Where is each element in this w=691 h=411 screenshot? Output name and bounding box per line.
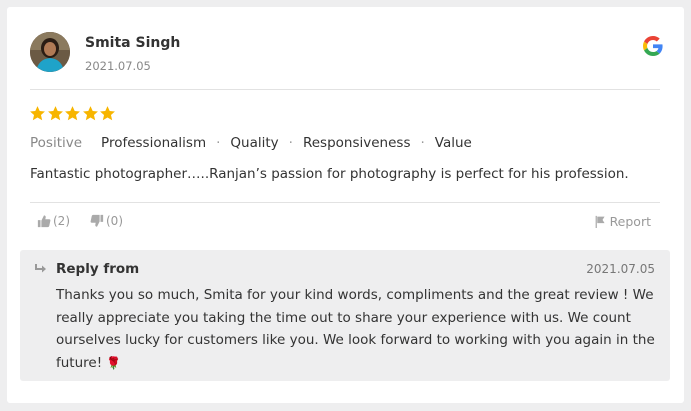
reply-date: 2021.07.05 (586, 262, 655, 276)
dislike-count: (0) (106, 214, 123, 228)
tag-separator: · (216, 135, 221, 151)
header-divider (30, 89, 660, 90)
dislike-button[interactable]: (0) (90, 214, 123, 228)
review-author: Smita Singh (85, 35, 181, 51)
rose-emoji: 🌹 (106, 355, 122, 370)
thumbs-up-icon (37, 215, 51, 228)
review-text: Fantastic photographer…..Ranjan’s passio… (30, 166, 629, 182)
tag-responsiveness: Responsiveness (302, 135, 411, 151)
tag-separator: · (288, 135, 293, 151)
sentiment-label: Positive (30, 135, 83, 151)
google-g-icon (643, 36, 663, 56)
report-button[interactable]: Report (594, 214, 651, 229)
reply-title: Reply from (56, 261, 140, 277)
star-rating (29, 105, 117, 122)
tag-separator: · (420, 135, 425, 151)
thumbs-down-icon (90, 214, 104, 227)
report-label: Report (609, 214, 651, 229)
like-count: (2) (53, 214, 70, 228)
star-icon (100, 106, 115, 121)
like-button[interactable]: (2) (37, 214, 70, 228)
owner-reply: Reply from 2021.07.05 Thanks you so much… (20, 250, 670, 381)
star-icon (65, 106, 80, 121)
tag-value: Value (434, 135, 472, 151)
star-icon (30, 106, 45, 121)
reply-arrow-icon (35, 264, 46, 273)
review-header: Smita Singh 2021.07.05 (30, 32, 663, 82)
review-card: Smita Singh 2021.07.05 Positive Professio… (7, 7, 684, 403)
flag-icon (595, 215, 605, 228)
review-date: 2021.07.05 (85, 59, 151, 73)
tag-professionalism: Professionalism (101, 135, 207, 151)
reply-text: Thanks you so much, Smita for your kind … (56, 287, 655, 371)
body-divider (30, 202, 660, 203)
avatar (30, 32, 70, 72)
star-icon (47, 106, 63, 121)
review-tags: Positive Professionalism · Quality · Responsi… (30, 135, 472, 151)
reply-body: Thanks you so much, Smita for your kind … (56, 284, 656, 374)
star-icon (82, 106, 98, 121)
tag-quality: Quality (230, 135, 279, 151)
